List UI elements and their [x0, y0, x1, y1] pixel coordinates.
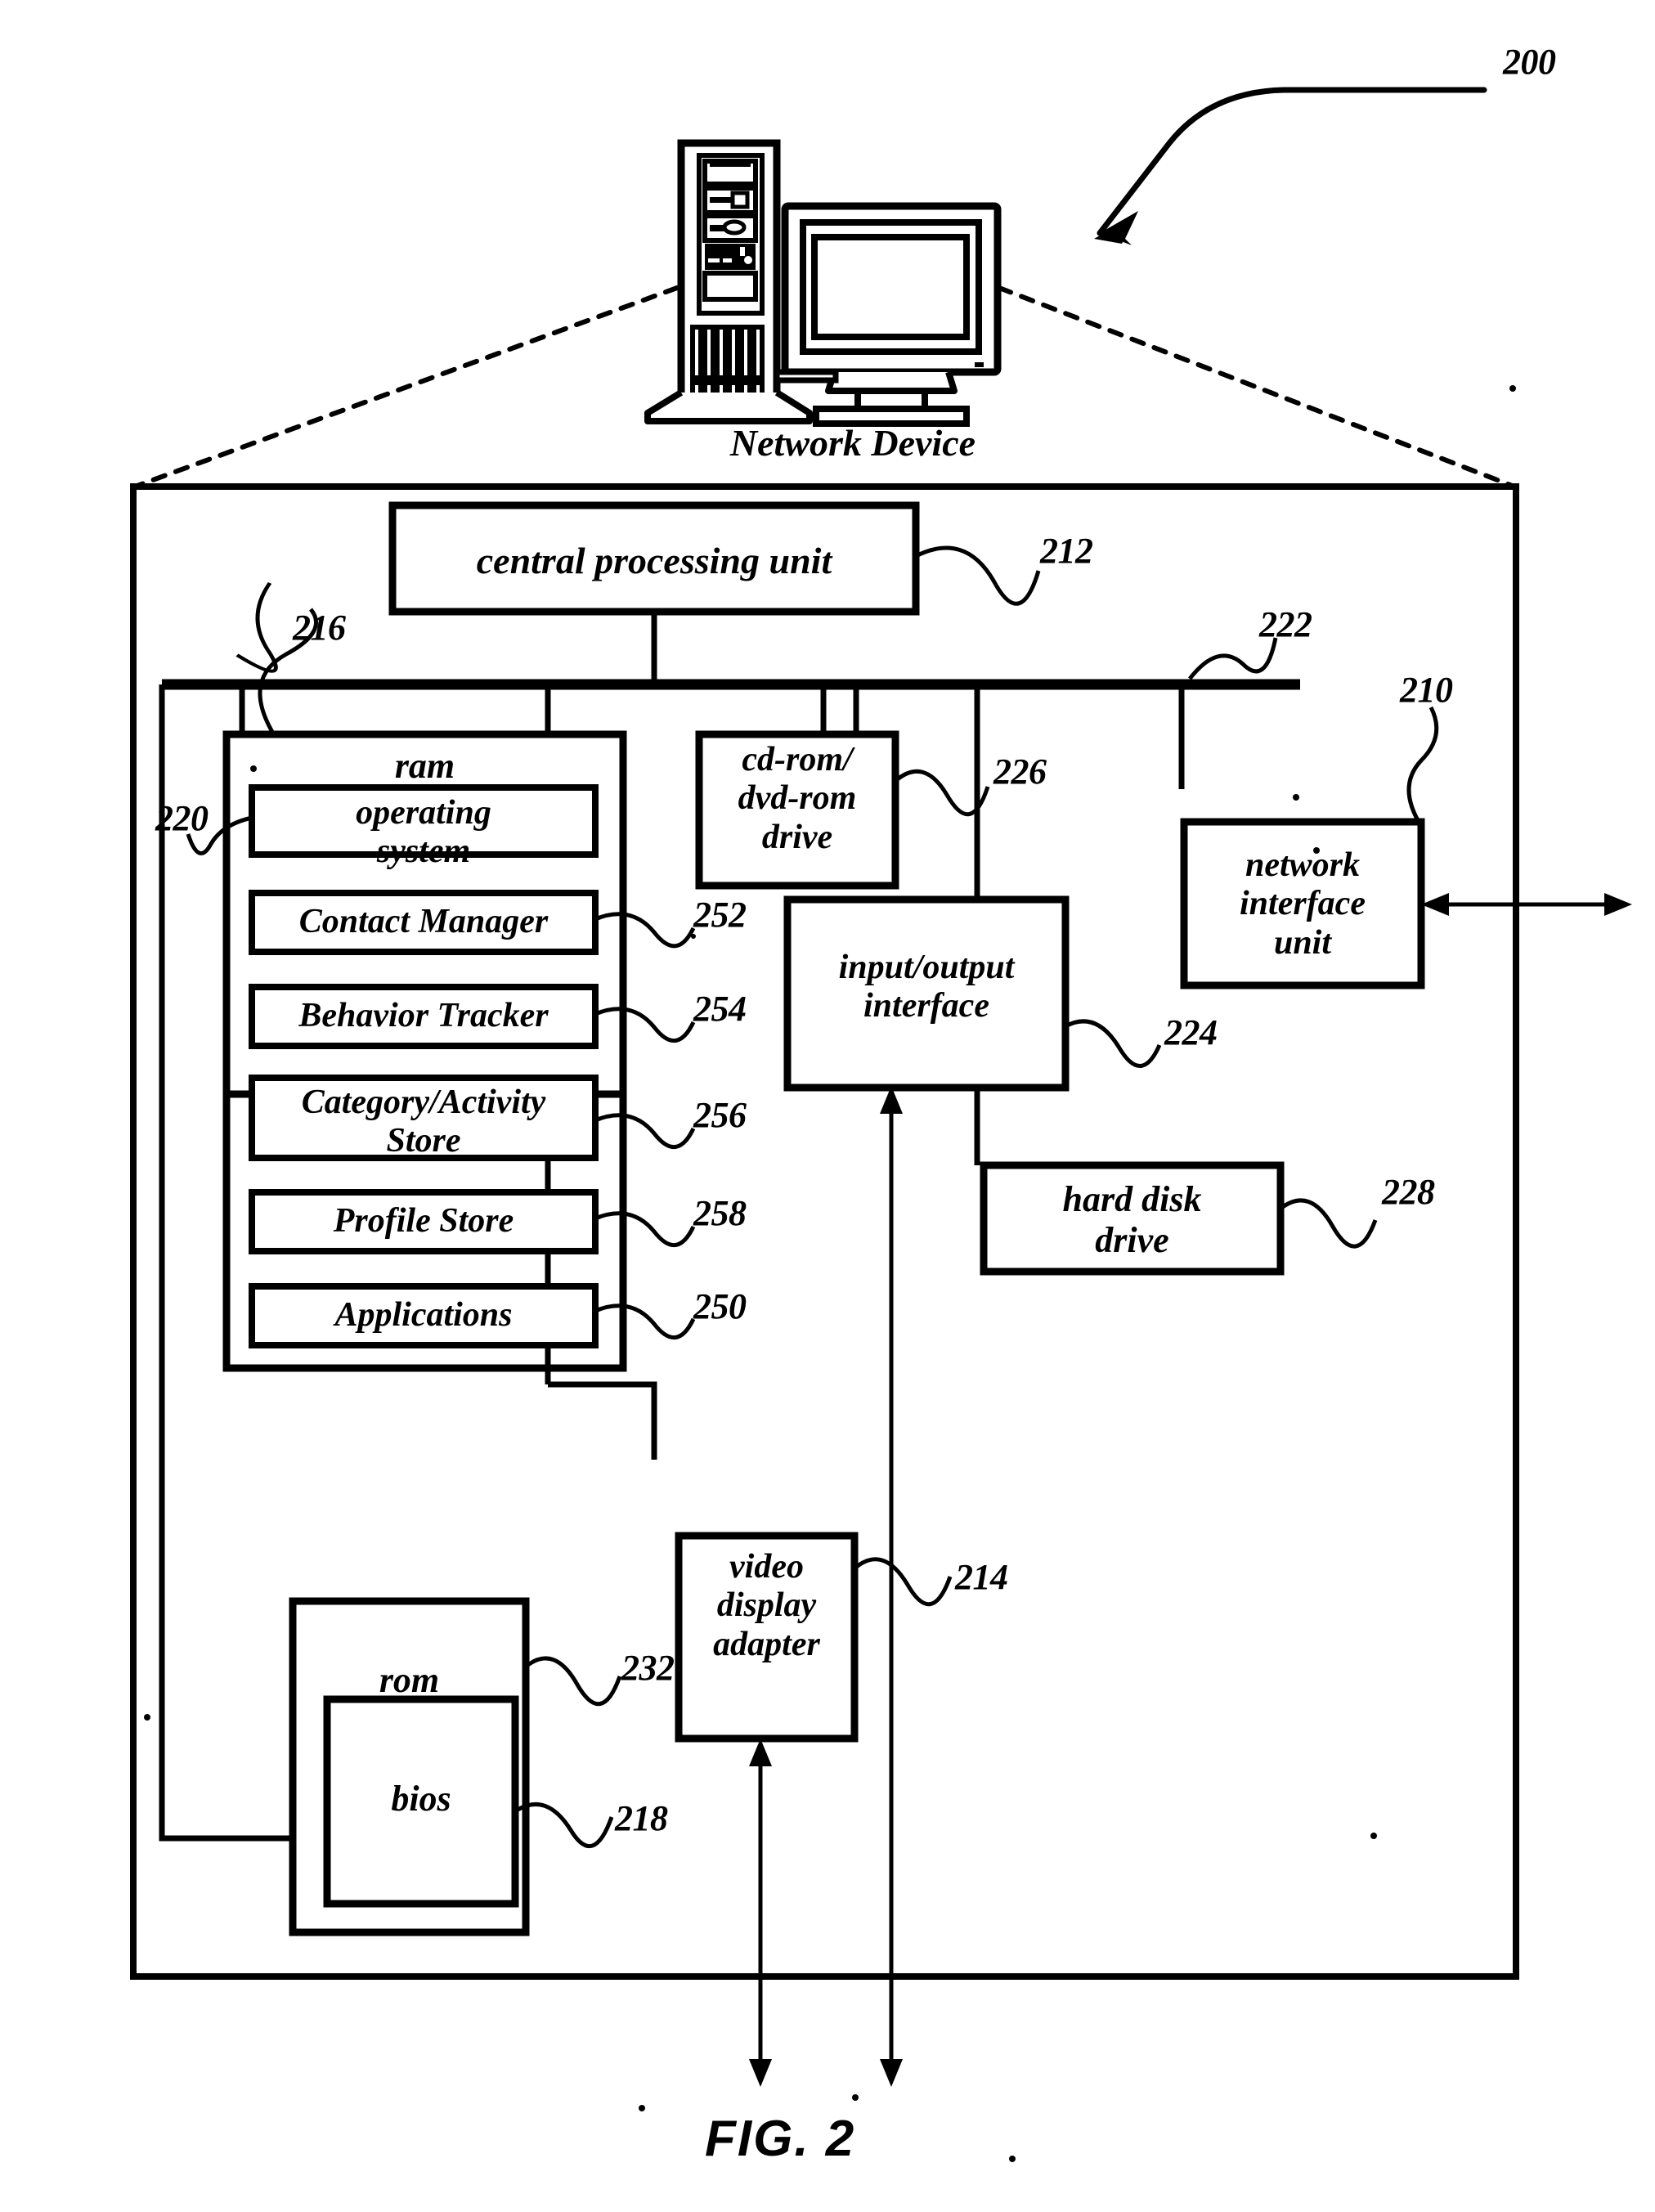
category-store-ref-leader [594, 1113, 696, 1150]
ref-218: 218 [615, 1798, 668, 1838]
io-ref-leader [1064, 1019, 1162, 1068]
figure-drawing [130, 87, 1632, 2162]
ref-228: 228 [1382, 1172, 1435, 1212]
figure-caption: FIG. 2 [705, 2111, 856, 2167]
rom-label: rom [379, 1660, 440, 1700]
io-interface-label: input/output interface [838, 949, 1015, 1025]
network-external-arrow [1421, 893, 1632, 916]
ref-256: 256 [693, 1095, 747, 1135]
cdrom-ref-leader [894, 769, 990, 817]
hdd-ref-leader [1279, 1198, 1378, 1249]
cpu-label: central processing unit [476, 540, 832, 581]
operating-system-label: operating system [356, 794, 491, 871]
behavior-tracker-label: Behavior Tracker [298, 997, 549, 1034]
ref-200: 200 [1503, 42, 1556, 82]
vda-ref-leader [853, 1557, 953, 1607]
applications-label: Applications [334, 1296, 513, 1334]
ram-label: ram [394, 746, 455, 786]
ref-212: 212 [1040, 531, 1093, 571]
cdrom-drive-label: cd-rom/ dvd-rom drive [738, 741, 857, 856]
ref-216: 216 [293, 608, 346, 648]
video-display-adapter-label: video display adapter [713, 1548, 820, 1663]
io-external-arrow [880, 1086, 903, 2087]
ref-250: 250 [693, 1286, 747, 1326]
contact-manager-label: Contact Manager [298, 903, 549, 940]
bios-ref-leader [514, 1802, 614, 1849]
ref-222: 222 [1259, 604, 1312, 644]
ref-258: 258 [693, 1193, 747, 1233]
ref-214: 214 [955, 1557, 1008, 1597]
ref-224: 224 [1164, 1012, 1218, 1052]
rom-ref-leader [524, 1656, 622, 1707]
system-ref-leader [1094, 87, 1487, 245]
network-device-caption: Network Device [729, 422, 976, 464]
bios-label: bios [391, 1779, 451, 1819]
profile-store-label: Profile Store [333, 1202, 514, 1240]
patent-figure-page: Network Device 200 central processing un… [0, 0, 1655, 2212]
applications-ref-leader [594, 1303, 696, 1340]
niu-ref-leader [1406, 706, 1439, 828]
video-output-arrow [749, 1739, 772, 2087]
hard-disk-drive-label: hard disk drive [1062, 1179, 1202, 1260]
ref-232: 232 [621, 1648, 675, 1688]
profile-store-ref-leader [594, 1211, 696, 1248]
ram-ref-leader [235, 581, 278, 673]
ref-252: 252 [693, 895, 747, 935]
ref-220: 220 [155, 798, 209, 838]
ref-226: 226 [993, 752, 1047, 792]
category-activity-store-label: Category/Activity Store [301, 1084, 546, 1160]
network-interface-unit-label: network interface unit [1240, 846, 1366, 962]
ref-210: 210 [1400, 670, 1453, 710]
network-device-illustration [644, 139, 1002, 427]
ref-254: 254 [693, 989, 747, 1029]
cpu-ref-leader [914, 545, 1041, 606]
